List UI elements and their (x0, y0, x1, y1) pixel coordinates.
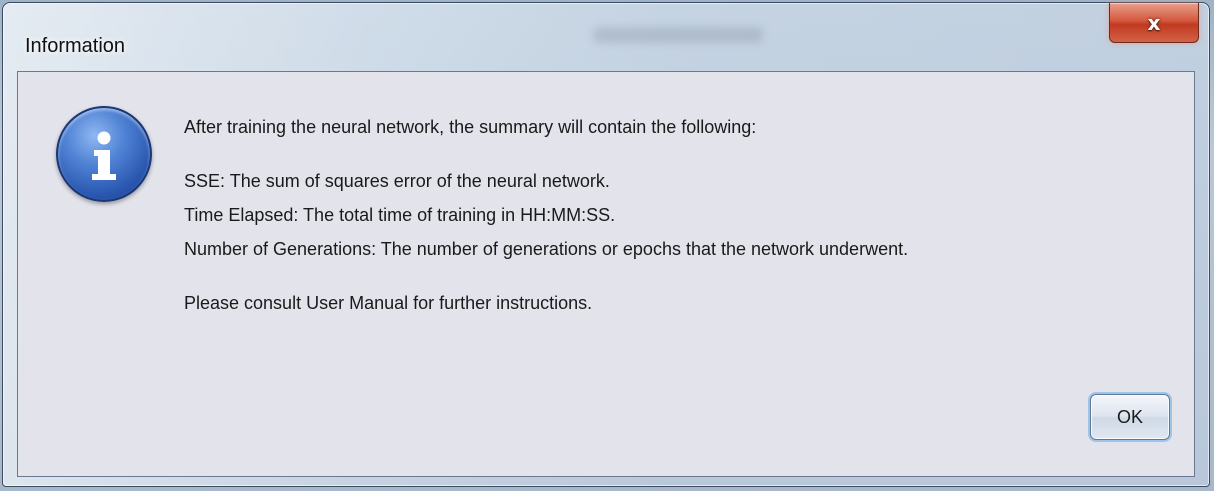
background-window-ghost (593, 27, 763, 43)
close-button[interactable]: x (1109, 3, 1199, 43)
window-title: Information (25, 35, 126, 57)
message-line-sse: SSE: The sum of squares error of the neu… (184, 171, 610, 191)
message-line-generations: Number of Generations: The number of gen… (184, 239, 909, 259)
message-text: After training the neural network, the s… (184, 110, 1184, 320)
dialog-content: After training the neural network, the s… (17, 71, 1195, 477)
message-line-manual: Please consult User Manual for further i… (184, 293, 593, 313)
message-line-intro: After training the neural network, the s… (184, 117, 757, 137)
ok-button[interactable]: OK (1090, 394, 1170, 440)
dialog-window: Information x After training the neural … (2, 2, 1210, 487)
info-icon (56, 106, 152, 202)
close-icon: x (1147, 10, 1161, 35)
title-bar[interactable]: Information x (3, 3, 1209, 63)
message-line-time-elapsed: Time Elapsed: The total time of training… (184, 205, 616, 225)
